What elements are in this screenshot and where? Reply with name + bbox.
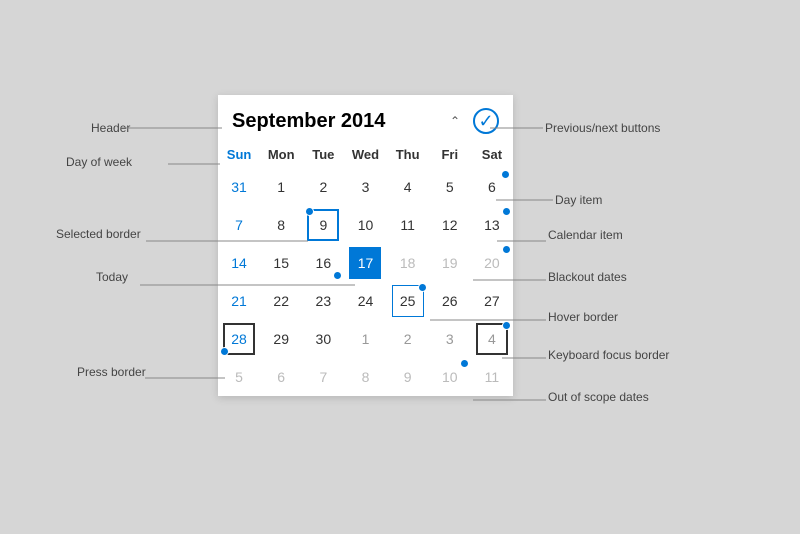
day-11-next[interactable]: 11 (471, 358, 513, 396)
check-button[interactable]: ✓ (473, 108, 499, 134)
day-header-row: Sun Mon Tue Wed Thu Fri Sat (218, 143, 513, 168)
label-press-border: Press border (77, 365, 146, 379)
day-28-press[interactable]: 28 (218, 320, 260, 358)
day-10-next[interactable]: 10 (429, 358, 471, 396)
day-25-hover[interactable]: 25 (387, 282, 429, 320)
day-4[interactable]: 4 (387, 168, 429, 206)
day-21[interactable]: 21 (218, 282, 260, 320)
calendar-title: September 2014 (232, 110, 385, 133)
table-row: 28 29 30 1 2 3 4 (218, 320, 513, 358)
label-prev-next: Previous/next buttons (545, 121, 660, 135)
day-4-focus[interactable]: 4 (471, 320, 513, 358)
day-2-next[interactable]: 2 (387, 320, 429, 358)
day-3[interactable]: 3 (344, 168, 386, 206)
day-9-selected[interactable]: 9 (302, 206, 344, 244)
calendar-widget: September 2014 ⌃ ✓ Sun Mon Tue Wed Thu F… (218, 95, 513, 396)
day-6[interactable]: 6 (471, 168, 513, 206)
day-header-fri: Fri (429, 143, 471, 168)
day-header-sat: Sat (471, 143, 513, 168)
day-header-sun: Sun (218, 143, 260, 168)
header-buttons: ⌃ ✓ (441, 107, 499, 135)
day-header-mon: Mon (260, 143, 302, 168)
day-8-next[interactable]: 8 (344, 358, 386, 396)
day-7-next[interactable]: 7 (302, 358, 344, 396)
day-3-next[interactable]: 3 (429, 320, 471, 358)
day-2[interactable]: 2 (302, 168, 344, 206)
day-16[interactable]: 16 (302, 244, 344, 282)
day-31[interactable]: 31 (218, 168, 260, 206)
day-27[interactable]: 27 (471, 282, 513, 320)
day-30[interactable]: 30 (302, 320, 344, 358)
day-5-next[interactable]: 5 (218, 358, 260, 396)
table-row: 21 22 23 24 25 26 27 (218, 282, 513, 320)
label-calendar-item: Calendar item (548, 228, 623, 242)
day-6-next[interactable]: 6 (260, 358, 302, 396)
day-1-oct[interactable]: 1 (260, 168, 302, 206)
table-row: 14 15 16 17 18 19 20 (218, 244, 513, 282)
day-22[interactable]: 22 (260, 282, 302, 320)
day-13[interactable]: 13 (471, 206, 513, 244)
day-24[interactable]: 24 (344, 282, 386, 320)
day-7[interactable]: 7 (218, 206, 260, 244)
day-10[interactable]: 10 (344, 206, 386, 244)
day-29[interactable]: 29 (260, 320, 302, 358)
day-12[interactable]: 12 (429, 206, 471, 244)
day-19-blackout[interactable]: 19 (429, 244, 471, 282)
prev-next-up-button[interactable]: ⌃ (441, 107, 469, 135)
table-row: 5 6 7 8 9 10 11 (218, 358, 513, 396)
label-out-of-scope: Out of scope dates (548, 390, 649, 404)
table-row: 31 1 2 3 4 5 6 (218, 168, 513, 206)
day-23[interactable]: 23 (302, 282, 344, 320)
label-hover: Hover border (548, 310, 618, 324)
day-20-blackout[interactable]: 20 (471, 244, 513, 282)
label-today: Today (96, 270, 128, 284)
label-keyboard-focus: Keyboard focus border (548, 348, 669, 362)
day-26[interactable]: 26 (429, 282, 471, 320)
day-14[interactable]: 14 (218, 244, 260, 282)
label-header: Header (91, 121, 130, 135)
day-15[interactable]: 15 (260, 244, 302, 282)
day-header-thu: Thu (387, 143, 429, 168)
day-8[interactable]: 8 (260, 206, 302, 244)
day-header-wed: Wed (344, 143, 386, 168)
calendar-header: September 2014 ⌃ ✓ (218, 95, 513, 143)
day-1-next[interactable]: 1 (344, 320, 386, 358)
table-row: 7 8 9 10 11 12 13 (218, 206, 513, 244)
day-9-next[interactable]: 9 (387, 358, 429, 396)
calendar-grid: Sun Mon Tue Wed Thu Fri Sat 31 1 2 3 4 5… (218, 143, 513, 396)
label-day-item: Day item (555, 193, 602, 207)
label-blackout: Blackout dates (548, 270, 627, 284)
label-selected-border: Selected border (56, 227, 141, 241)
label-day-of-week: Day of week (66, 155, 132, 169)
day-17-today[interactable]: 17 (344, 244, 386, 282)
day-18-blackout[interactable]: 18 (387, 244, 429, 282)
day-5[interactable]: 5 (429, 168, 471, 206)
day-11[interactable]: 11 (387, 206, 429, 244)
day-header-tue: Tue (302, 143, 344, 168)
